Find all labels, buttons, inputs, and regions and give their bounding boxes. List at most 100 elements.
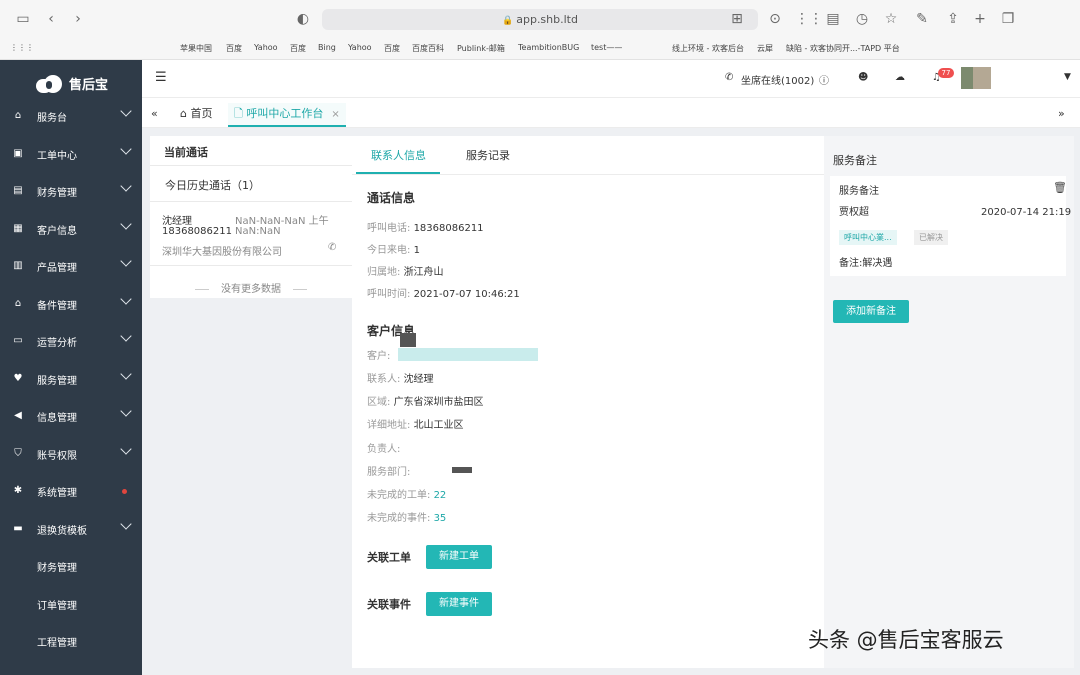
- bookmark-item[interactable]: 云犀: [757, 43, 773, 54]
- seat-status[interactable]: 坐席在线(1002): [741, 72, 814, 87]
- sidebar-item[interactable]: ▤ 财务管理: [0, 176, 142, 206]
- share-icon[interactable]: ⇪: [944, 10, 962, 28]
- note-content: 备注:解决遇: [839, 258, 893, 269]
- logo-cloud-icon: [34, 73, 64, 93]
- forward-icon[interactable]: ›: [69, 10, 87, 28]
- bookmark-item[interactable]: 缺陷 - 欢客协同开...-TAPD 平台: [786, 43, 900, 54]
- bookmark-item[interactable]: Publink-邮箱: [457, 43, 505, 54]
- sidebar-subitem[interactable]: 财务管理: [37, 559, 77, 574]
- bookmark-item[interactable]: 百度: [290, 43, 306, 54]
- download-icon[interactable]: ⊙: [766, 10, 784, 28]
- sidebar-item-label: 账号权限: [37, 450, 77, 462]
- bookmark-item[interactable]: 百度: [226, 43, 242, 54]
- customer-name: 客户:: [367, 351, 391, 362]
- chevron-down-icon: [120, 292, 132, 305]
- bookmark-item[interactable]: Yahoo: [254, 43, 278, 52]
- account-dropdown-icon[interactable]: ▼: [1064, 72, 1071, 82]
- bookmark-item[interactable]: 百度百科: [412, 43, 444, 54]
- bookmark-item[interactable]: test——: [591, 43, 622, 52]
- edit-icon[interactable]: ✎: [913, 10, 931, 28]
- monitor-icon: ▭: [13, 335, 23, 346]
- app-logo[interactable]: 售后宝: [34, 70, 108, 96]
- add-note-button[interactable]: 添加新备注: [833, 300, 909, 323]
- tab-home[interactable]: ⌂ 首页: [180, 103, 212, 127]
- privacy-shield-icon[interactable]: ◐: [294, 10, 312, 28]
- bookmark-item[interactable]: 百度: [384, 43, 400, 54]
- sidebar-item[interactable]: ⌂ 备件管理: [0, 289, 142, 319]
- sidebar-item[interactable]: ▣ 工单中心: [0, 139, 142, 169]
- template-icon: ▬: [13, 522, 23, 534]
- menu-fold-icon[interactable]: ☰: [155, 70, 167, 85]
- sidebar-toggle-icon[interactable]: ▭: [14, 10, 32, 28]
- callback-phone-icon[interactable]: ✆: [328, 242, 336, 253]
- bookmark-item[interactable]: 苹果中国: [180, 43, 212, 54]
- no-more-data: 没有更多数据: [150, 280, 352, 295]
- logo-text: 售后宝: [69, 77, 109, 93]
- sidebar-item-label: 备件管理: [37, 300, 77, 312]
- sidebar-item-label: 服务台: [37, 113, 67, 124]
- sidebar-item-label: 工单中心: [37, 150, 77, 162]
- sidebar-item[interactable]: ♥ 服务管理: [0, 364, 142, 394]
- sidebar-item[interactable]: ✱ 系统管理: [0, 476, 142, 506]
- record-name: 沈经理: [162, 216, 192, 227]
- translate-icon[interactable]: ⊞: [728, 10, 746, 28]
- tabs-scroll-left-icon[interactable]: «: [151, 103, 158, 127]
- trash-icon[interactable]: 🗑: [1053, 181, 1067, 194]
- history-header[interactable]: 今日历史通话（1）: [150, 166, 352, 202]
- sidebar-item[interactable]: ▥ 产品管理: [0, 251, 142, 281]
- browser-toolbar: ▭ ‹ › ◐ 🔒 app.shb.ltd ⊞ ⊙ ⋮⋮ ▤ ◷ ☆ ✎ ⇪ + …: [0, 0, 1080, 38]
- sidebar-item-label: 退换货模板: [37, 525, 87, 537]
- star-icon[interactable]: ☆: [882, 10, 900, 28]
- bookmarks-grid-icon[interactable]: ⋮⋮⋮: [10, 43, 34, 52]
- sidebar-item[interactable]: ▭ 运营分析: [0, 326, 142, 356]
- tab-service-records[interactable]: 服务记录: [466, 147, 510, 163]
- contact-panel: 联系人信息 服务记录 通话信息 呼叫电话: 18368086211 今日来电: …: [352, 136, 824, 668]
- customer-address: 详细地址: 北山工业区: [367, 420, 464, 431]
- close-tab-icon[interactable]: ×: [331, 109, 339, 120]
- sidebar-item[interactable]: ⛉ 账号权限: [0, 439, 142, 469]
- sidebar-item[interactable]: ⌂ 服务台: [0, 101, 142, 131]
- sidebar-item[interactable]: ▦ 客户信息: [0, 214, 142, 244]
- customer-owner: 负责人:: [367, 444, 401, 455]
- tab-bar: « ⌂ 首页 🗋 呼叫中心工作台 × »: [142, 98, 1080, 128]
- redacted-department: [452, 467, 472, 473]
- page-icon: 🗋: [234, 107, 243, 120]
- sidebar-item[interactable]: ◀ 信息管理: [0, 401, 142, 431]
- bookmark-item[interactable]: TeambitionBUG: [518, 43, 579, 52]
- new-event-button[interactable]: 新建事件: [426, 592, 492, 616]
- tabs-overview-icon[interactable]: ❐: [999, 10, 1017, 28]
- cloud-upload-icon[interactable]: ☁: [895, 72, 905, 83]
- unfinished-orders-count[interactable]: 22: [434, 490, 447, 501]
- unfinished-events-count[interactable]: 35: [434, 513, 447, 524]
- redacted-block: [400, 333, 416, 347]
- tabs-scroll-right-icon[interactable]: »: [1058, 103, 1065, 127]
- tab-contact-info[interactable]: 联系人信息: [371, 147, 426, 163]
- gear-icon: ✱: [13, 485, 23, 496]
- new-order-button[interactable]: 新建工单: [426, 545, 492, 569]
- bookmark-item[interactable]: 线上环境 - 欢客后台: [672, 43, 744, 54]
- bookmark-item[interactable]: Yahoo: [348, 43, 372, 52]
- help-icon[interactable]: ⓘ: [819, 72, 829, 87]
- heart-icon: ♥: [13, 372, 23, 384]
- history-icon[interactable]: ◷: [853, 10, 871, 28]
- sidebar-item[interactable]: ▬ 退换货模板: [0, 514, 142, 544]
- sidebar-subitem[interactable]: 订单管理: [37, 597, 77, 612]
- customer-region: 区域: 广东省深圳市盐田区: [367, 397, 484, 408]
- bookmark-item[interactable]: Bing: [318, 43, 336, 52]
- address-bar[interactable]: 🔒 app.shb.ltd: [322, 9, 758, 30]
- sidebar-subitem[interactable]: 工程管理: [37, 634, 77, 649]
- back-icon[interactable]: ‹: [42, 10, 60, 28]
- sidebar-item-label: 系统管理: [37, 488, 77, 499]
- tab-home-label: 首页: [190, 107, 213, 120]
- customer-department: 服务部门:: [367, 467, 411, 478]
- avatar[interactable]: [961, 67, 991, 89]
- related-events-label: 关联事件: [367, 598, 411, 611]
- service-notes-panel: 服务备注 服务备注 贾权超 2020-07-14 21:19 呼叫中心業... …: [824, 136, 1074, 668]
- bookmarks-bar: ⋮⋮⋮ 苹果中国 百度 Yahoo 百度 Bing Yahoo 百度 百度百科 …: [0, 38, 1080, 60]
- new-tab-icon[interactable]: +: [971, 10, 989, 28]
- user-service-icon[interactable]: ☻: [858, 72, 868, 83]
- call-record[interactable]: 沈经理 NaN-NaN-NaN 上午 18368086211 NaN:NaN 深…: [150, 202, 352, 266]
- print-icon[interactable]: ▤: [824, 10, 842, 28]
- apps-grid-icon[interactable]: ⋮⋮: [795, 10, 823, 28]
- tab-call-center-workbench[interactable]: 🗋 呼叫中心工作台 ×: [228, 103, 346, 127]
